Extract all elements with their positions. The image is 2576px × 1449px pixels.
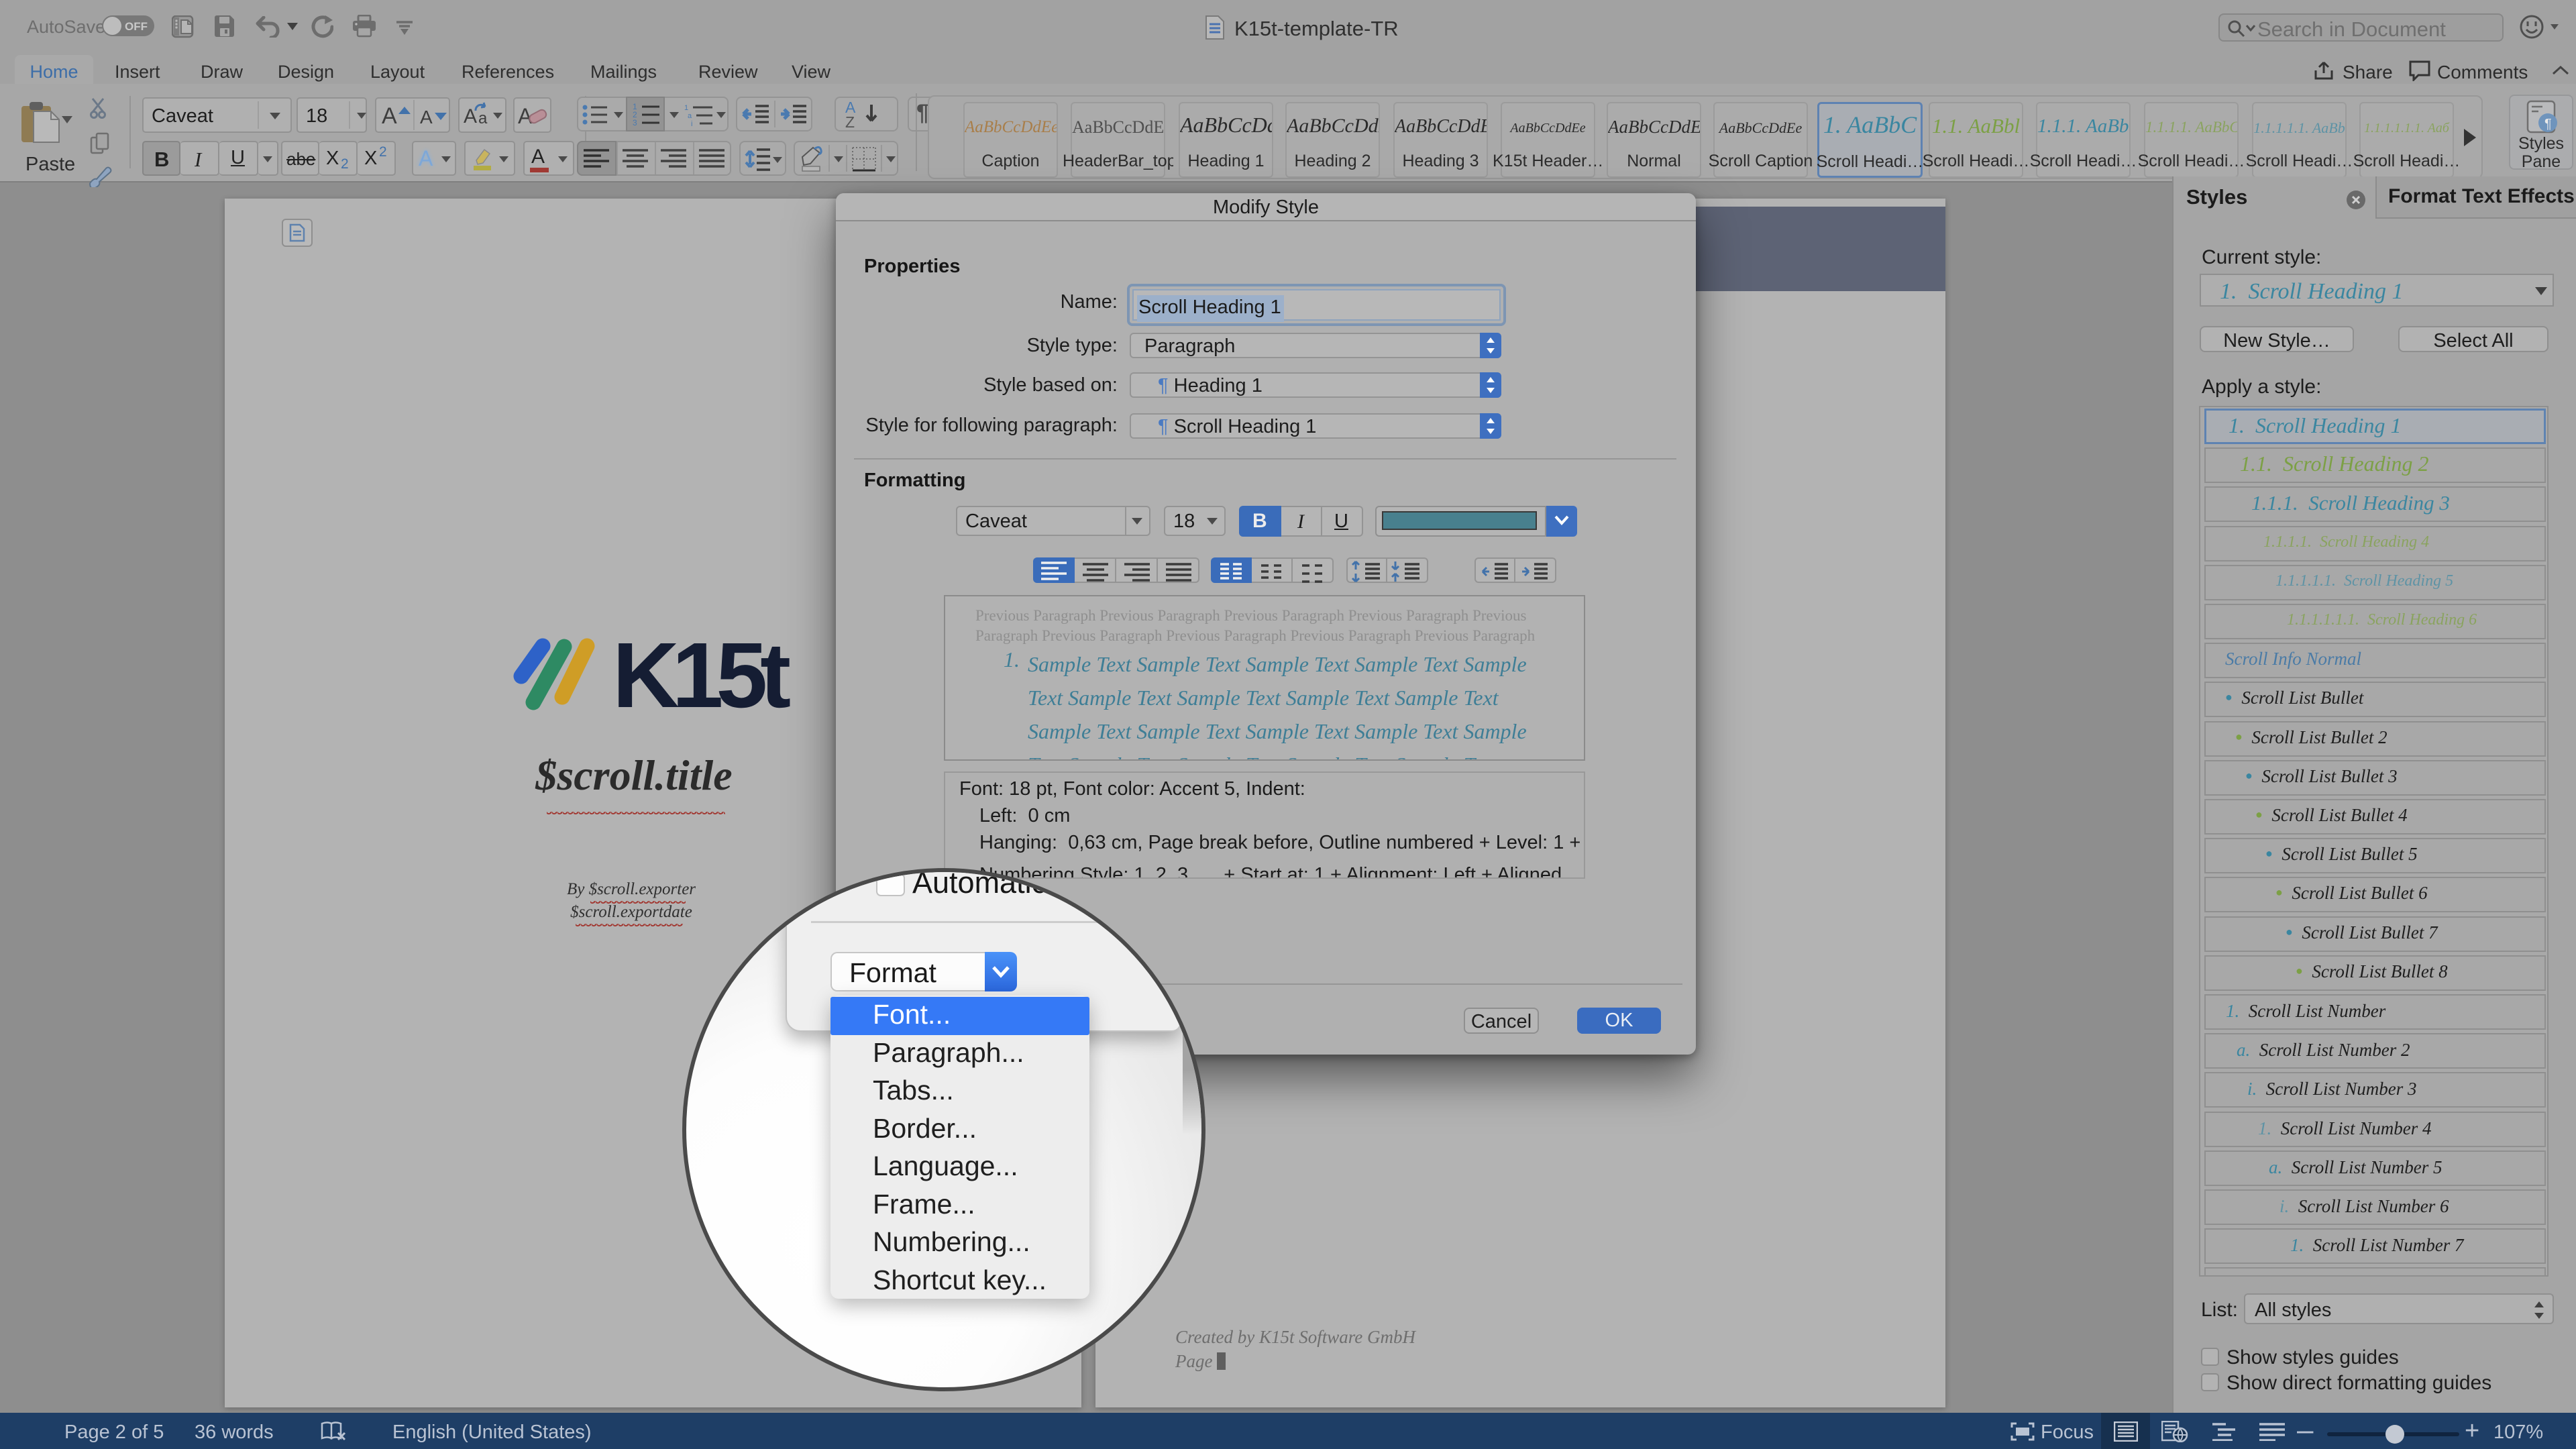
svg-text:¶: ¶ <box>2544 117 2552 131</box>
svg-text:a: a <box>688 112 692 120</box>
svg-text:3: 3 <box>633 118 637 126</box>
svg-text:1: 1 <box>684 104 688 112</box>
svg-text:i: i <box>691 120 692 127</box>
